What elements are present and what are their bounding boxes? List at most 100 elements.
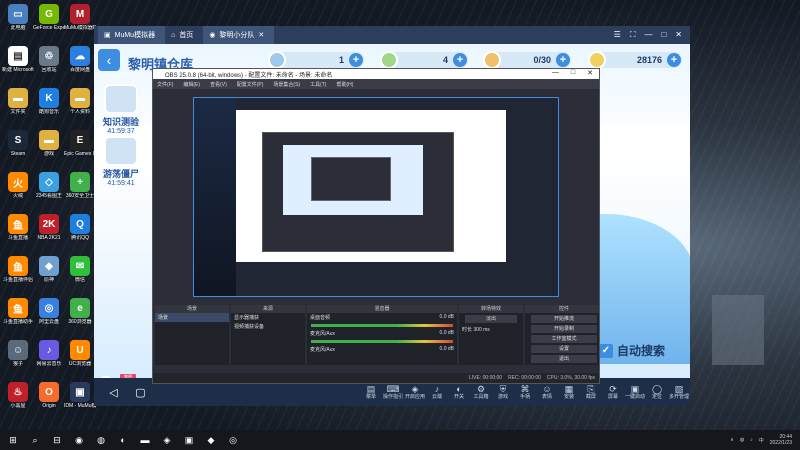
desktop-icon[interactable]: 2K NBA 2K21: [33, 214, 65, 241]
desktop-icon[interactable]: ▬ 个人资料: [64, 88, 96, 115]
duration-value[interactable]: 300 ms: [473, 327, 489, 333]
tool-button[interactable]: ◐ 开关: [448, 384, 470, 400]
start-icon[interactable]: ⊞: [4, 432, 22, 448]
obs-menu-item[interactable]: 场景集合(S): [273, 81, 300, 88]
exit-button[interactable]: 退出: [531, 355, 597, 363]
obs-menu-item[interactable]: 查看(V): [210, 81, 227, 88]
start-recording-button[interactable]: 开始录制: [531, 325, 597, 333]
tool-button[interactable]: ⚙ 工具箱: [470, 384, 492, 400]
taskbar-app-icon[interactable]: ◎: [224, 432, 242, 448]
taskbar-app-icon[interactable]: ◐: [114, 432, 132, 448]
clock[interactable]: 20:44 2022/1/23: [770, 434, 792, 446]
taskbar-app-icon[interactable]: ⌕: [26, 432, 44, 448]
menu-icon[interactable]: ☰: [614, 30, 621, 40]
desktop-icon[interactable]: 鱼斗鱼直播: [2, 214, 34, 241]
tab-close-icon[interactable]: ✕: [258, 31, 264, 39]
obs-menu-item[interactable]: 工具(T): [310, 81, 326, 88]
desktop-icon[interactable]: +360安全卫士: [64, 172, 96, 199]
settings-button[interactable]: 设置: [531, 345, 597, 353]
desktop-icon[interactable]: ♨ 小黑屋: [2, 382, 34, 409]
ime-icon[interactable]: 中: [759, 437, 764, 444]
obs-menu-item[interactable]: 配置文件(P): [237, 81, 264, 88]
tool-button[interactable]: ▤ 菜单: [360, 384, 382, 400]
desktop-icon[interactable]: ▤新建 Microsoft...: [2, 46, 34, 73]
tool-button[interactable]: ⌘ 手柄: [514, 384, 536, 400]
start-streaming-button[interactable]: 开始推流: [531, 315, 597, 323]
volume-meter[interactable]: [311, 340, 453, 343]
desktop-icon[interactable]: ◎ 阿里云盘: [33, 298, 65, 325]
desktop-icon[interactable]: U UC浏览器: [64, 340, 96, 367]
minimize-icon[interactable]: —: [644, 30, 652, 40]
desktop-icon[interactable]: 鱼斗鱼直播助手: [2, 298, 34, 325]
auto-search-toggle[interactable]: ✓ 自动搜索: [599, 342, 665, 359]
tab-game[interactable]: ◉ 黎明小分队 ✕: [203, 26, 275, 44]
transition-select[interactable]: 淡出: [465, 315, 517, 323]
studio-mode-button[interactable]: 工作室模式: [531, 335, 597, 343]
desktop-icon[interactable]: ◇ 2345看图王: [33, 172, 65, 199]
maximize-icon[interactable]: □: [571, 69, 575, 77]
desktop-icon[interactable]: ◆ 原神: [33, 256, 65, 283]
desktop-icon[interactable]: K 酷狗音乐: [33, 88, 65, 115]
desktop-icon[interactable]: GGeForce Experience: [33, 4, 65, 31]
taskbar-app-icon[interactable]: ◈: [158, 432, 176, 448]
obs-menu-item[interactable]: 文件(F): [157, 81, 173, 88]
tool-button[interactable]: ⌨ 操作指引: [382, 384, 404, 400]
add-icon[interactable]: +: [349, 53, 363, 67]
taskbar-app-icon[interactable]: ⊟: [48, 432, 66, 448]
wandering-zombie-button[interactable]: 游荡僵尸 41:59:41: [98, 136, 144, 187]
close-icon[interactable]: ✕: [587, 69, 593, 77]
desktop-icon[interactable]: ✉ 微信: [64, 256, 96, 283]
desktop-icon[interactable]: ▭ 此电脑: [2, 4, 34, 31]
add-icon[interactable]: +: [667, 53, 681, 67]
maximize-icon[interactable]: □: [661, 30, 666, 40]
volume-meter[interactable]: [311, 324, 453, 327]
desktop-icon[interactable]: EEpic Games Launcher: [64, 130, 96, 157]
obs-menu-item[interactable]: 帮助(H): [336, 81, 353, 88]
obs-preview[interactable]: [193, 97, 559, 297]
source-item[interactable]: 显示器捕获: [231, 313, 305, 322]
desktop-icon[interactable]: e 360浏览器: [64, 298, 96, 325]
tool-button[interactable]: ▣ 一键启动: [624, 384, 646, 400]
minimize-icon[interactable]: —: [552, 69, 559, 77]
desktop-icon[interactable]: Q 腾讯QQ: [64, 214, 96, 241]
desktop-icon[interactable]: ▣IDM - MuMu模拟器: [64, 382, 96, 409]
back-icon[interactable]: ‹: [98, 49, 120, 71]
tool-button[interactable]: ⟳ 屏幕: [602, 384, 624, 400]
tray-expand-icon[interactable]: ∧: [730, 437, 734, 443]
knowledge-quiz-button[interactable]: 知识测验 41:59:37: [98, 84, 144, 135]
taskbar-app-icon[interactable]: ▬: [136, 432, 154, 448]
desktop-icon[interactable]: 鱼斗鱼直播伴侣: [2, 256, 34, 283]
add-icon[interactable]: +: [453, 53, 467, 67]
source-item[interactable]: 视频捕获设备: [231, 322, 305, 331]
desktop-icon[interactable]: MMuMu模拟器Pro: [64, 4, 96, 31]
taskbar-app-icon[interactable]: ◆: [202, 432, 220, 448]
desktop-icon[interactable]: ☺ 猴子: [2, 340, 34, 367]
taskbar-app-icon[interactable]: ◉: [70, 432, 88, 448]
taskbar-app-icon[interactable]: ◍: [92, 432, 110, 448]
tool-button[interactable]: ▧ 多开管理: [668, 384, 690, 400]
tool-button[interactable]: ◈ 开启应用: [404, 384, 426, 400]
mumu-brand-tab[interactable]: ▣ MuMu模拟器: [98, 26, 166, 44]
tool-button[interactable]: ☺ 表情: [536, 384, 558, 400]
add-icon[interactable]: +: [556, 53, 570, 67]
tool-button[interactable]: ⛨ 游戏: [492, 384, 514, 400]
obs-menu-item[interactable]: 编辑(E): [183, 81, 200, 88]
desktop-icon[interactable]: ♪ 网易云音乐: [33, 340, 65, 367]
network-icon[interactable]: ◍: [740, 437, 744, 443]
desktop-icon[interactable]: 火火绒: [2, 172, 34, 199]
volume-icon[interactable]: ♪: [750, 437, 753, 443]
tool-button[interactable]: ⎘ 截屏: [580, 384, 602, 400]
desktop-icon[interactable]: ♲ 回收站: [33, 46, 65, 73]
tool-button[interactable]: ◯ 定位: [646, 384, 668, 400]
scene-item[interactable]: 场景: [155, 313, 229, 322]
tool-button[interactable]: ▦ 安装: [558, 384, 580, 400]
nav-back-icon[interactable]: ◁: [106, 386, 121, 399]
tab-home[interactable]: ⌂ 首页: [165, 26, 203, 44]
fullscreen-icon[interactable]: ⛶: [630, 30, 636, 40]
nav-home-icon[interactable]: ▢: [133, 386, 148, 399]
tool-button[interactable]: ♪ 云端: [426, 384, 448, 400]
desktop-icon[interactable]: ▬ 文件夹: [2, 88, 34, 115]
close-icon[interactable]: ✕: [675, 30, 682, 40]
desktop-icon[interactable]: ☁ 百度网盘: [64, 46, 96, 73]
desktop-icon[interactable]: ▬ 游戏: [33, 130, 65, 157]
